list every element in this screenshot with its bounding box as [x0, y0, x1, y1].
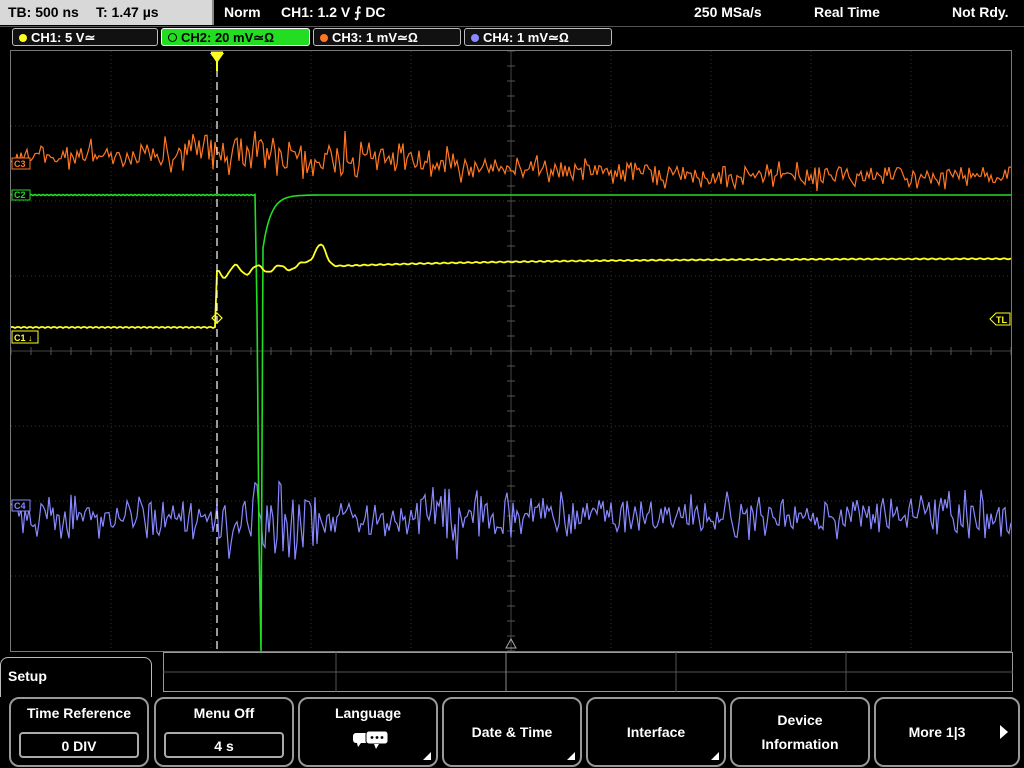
waveform-canvas[interactable]: C3 C2 C1 ↓ C4 TL [11, 51, 1011, 651]
date-time-label: Date & Time [471, 724, 553, 740]
timebase-panel[interactable]: TB: 500 ns T: 1.47 µs [0, 0, 214, 25]
submenu-indicator-icon [567, 752, 575, 760]
ch4-label: CH4: 1 mV≃Ω [483, 30, 569, 45]
ch4-color-dot [471, 34, 479, 42]
ch1-ground-marker[interactable]: C1 ↓ [11, 330, 39, 344]
device-info-label-line2: Information [761, 736, 839, 752]
tab-ch4[interactable]: CH4: 1 mV≃Ω [464, 28, 612, 46]
trigger-level-marker[interactable]: TL [989, 312, 1011, 326]
menu-off-label: Menu Off [193, 705, 255, 721]
acquisition-mode: Real Time [814, 4, 880, 20]
lower-panel-grid [163, 652, 1013, 692]
time-reference-softkey[interactable]: Time Reference 0 DIV [9, 697, 149, 767]
menu-off-value[interactable]: 4 s [164, 732, 284, 758]
ch2-marker-text: C2 [14, 190, 26, 200]
trigger-time-readout: T: 1.47 µs [96, 4, 159, 20]
interface-label: Interface [626, 724, 686, 740]
ch3-ground-marker[interactable]: C3 [11, 157, 31, 170]
tab-ch2[interactable]: CH2: 20 mV≃Ω [161, 28, 310, 46]
trigger-mode[interactable]: Norm [224, 0, 261, 25]
more-softkey[interactable]: More 1|3 [874, 697, 1020, 767]
ch4-ground-marker[interactable]: C4 [11, 499, 31, 512]
acquisition-state: Not Rdy. [952, 4, 1009, 20]
speech-bubbles-icon [353, 730, 389, 749]
menu-title: Setup [8, 668, 47, 684]
ch1-coupling-arrow: ↓ [28, 333, 33, 343]
ch2-ground-marker[interactable]: C2 [11, 189, 31, 201]
device-information-softkey[interactable]: Device Information [730, 697, 870, 767]
interface-softkey[interactable]: Interface [586, 697, 726, 767]
tab-ch3[interactable]: CH3: 1 mV≃Ω [313, 28, 461, 46]
ch1-color-dot [19, 34, 27, 42]
ch3-label: CH3: 1 mV≃Ω [332, 30, 418, 45]
timebase-readout: TB: 500 ns [8, 4, 79, 20]
ch1-label: CH1: 5 V≃ [31, 30, 96, 45]
trigger-position-marker[interactable] [210, 51, 224, 71]
time-reference-value[interactable]: 0 DIV [19, 732, 139, 758]
sample-rate: 250 MSa/s [694, 4, 762, 20]
language-label: Language [334, 705, 402, 721]
tab-ch1[interactable]: CH1: 5 V≃ [12, 28, 158, 46]
ch2-label: CH2: 20 mV≃Ω [181, 30, 275, 45]
time-reference-label: Time Reference [26, 705, 131, 721]
ch1-marker-text: C1 [14, 333, 26, 343]
next-page-arrow-icon [1000, 725, 1008, 739]
language-softkey[interactable]: Language [298, 697, 438, 767]
device-info-label-line1: Device [777, 712, 823, 728]
ch2-color-dot [168, 33, 177, 42]
date-time-softkey[interactable]: Date & Time [442, 697, 582, 767]
menu-off-softkey[interactable]: Menu Off 4 s [154, 697, 294, 767]
submenu-indicator-icon [711, 752, 719, 760]
trigger-level-text: TL [996, 315, 1007, 325]
submenu-indicator-icon [423, 752, 431, 760]
trigger-source[interactable]: CH1: 1.2 V ⨍ DC [281, 0, 386, 25]
more-label: More 1|3 [908, 724, 966, 740]
ch4-marker-text: C4 [14, 501, 26, 511]
ch3-color-dot [320, 34, 328, 42]
ch3-marker-text: C3 [14, 159, 26, 169]
graticule [11, 51, 1011, 651]
